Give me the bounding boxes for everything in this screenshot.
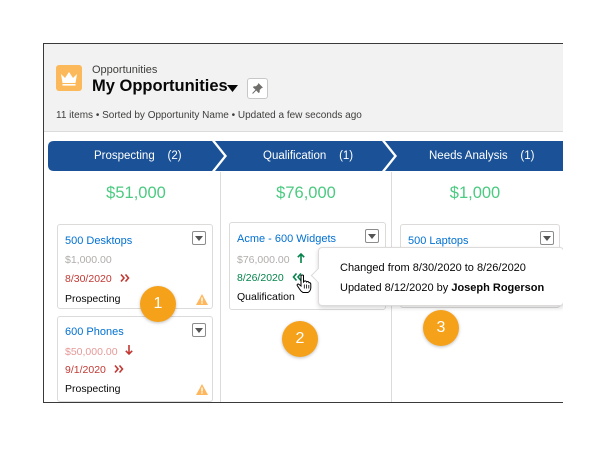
crown-icon [56, 65, 82, 91]
opportunity-card-500-desktops[interactable]: 500 Desktops $1,000.00 8/30/2020 Prospec… [57, 224, 213, 309]
card-stage: Qualification [237, 291, 295, 303]
stage-name: Qualification [263, 150, 327, 162]
pin-list-button[interactable] [247, 78, 268, 99]
arrow-up-icon [297, 252, 306, 263]
stage-name: Needs Analysis [429, 150, 508, 162]
card-close-date: 9/1/2020 [65, 364, 124, 376]
card-title-link[interactable]: 500 Desktops [65, 235, 132, 247]
caret-down-icon [195, 327, 203, 333]
caret-down-icon [195, 235, 203, 241]
card-date-text: 8/26/2020 [237, 272, 284, 284]
stage-count: (1) [520, 150, 535, 162]
callout-badge-3: 3 [423, 310, 459, 346]
stage-prospecting[interactable]: Prospecting (2) [94, 150, 182, 162]
arrow-down-icon [125, 345, 134, 356]
column-divider [220, 172, 221, 402]
list-view-header: Opportunities My Opportunities 11 items … [44, 44, 563, 132]
card-title-link[interactable]: 500 Laptops [408, 235, 469, 247]
date-change-tooltip: Changed from 8/30/2020 to 8/26/2020 Upda… [310, 247, 563, 306]
callout-badge-2: 2 [282, 321, 318, 357]
card-amount-changed: $76,000.00 [237, 252, 306, 266]
card-title-link[interactable]: 600 Phones [65, 326, 124, 338]
warning-icon [196, 294, 208, 305]
tooltip-updated-text: Updated 8/12/2020 by Joseph Rogerson [340, 282, 544, 294]
card-date-text: 9/1/2020 [65, 364, 106, 376]
hand-cursor-icon [296, 274, 312, 293]
object-label: Opportunities [92, 64, 158, 76]
stage-count: (1) [339, 150, 354, 162]
kanban-board: Prospecting (2) Qualification (1) Needs … [44, 132, 563, 402]
stage-count: (2) [167, 150, 182, 162]
warning-icon [196, 384, 208, 395]
stage-amount: $1,000 [449, 184, 501, 202]
card-date-text: 8/30/2020 [65, 273, 112, 285]
card-menu-button[interactable] [192, 231, 206, 245]
pin-icon [252, 83, 263, 94]
card-amount: $1,000.00 [65, 254, 112, 266]
list-view-meta: 11 items • Sorted by Opportunity Name • … [56, 110, 362, 121]
tooltip-updated-prefix: Updated 8/12/2020 by [340, 282, 449, 294]
list-view-title[interactable]: My Opportunities [92, 77, 228, 96]
card-close-date: 8/30/2020 [65, 273, 130, 285]
caret-down-icon [543, 235, 551, 241]
callout-badge-1: 1 [140, 286, 176, 322]
stage-needs-analysis[interactable]: Needs Analysis (1) [429, 150, 534, 162]
caret-down-icon [368, 233, 376, 239]
caret-down-icon[interactable] [226, 82, 238, 94]
card-amount: $76,000.00 [237, 254, 290, 266]
card-title-link[interactable]: Acme - 600 Widgets [237, 233, 336, 245]
card-menu-button[interactable] [365, 229, 379, 243]
card-menu-button[interactable] [192, 323, 206, 337]
stage-name: Prospecting [94, 150, 155, 162]
screenshot-frame: Opportunities My Opportunities 11 items … [43, 43, 563, 403]
card-amount-changed: $50,000.00 [65, 345, 134, 358]
card-close-date[interactable]: 8/26/2020 [237, 272, 302, 284]
stage-amount: $76,000 [276, 184, 336, 202]
card-stage: Prospecting [65, 293, 121, 305]
stage-qualification[interactable]: Qualification (1) [263, 150, 353, 162]
card-stage: Prospecting [65, 383, 121, 395]
card-menu-button[interactable] [540, 231, 554, 245]
double-chevron-right-icon [120, 273, 130, 283]
double-chevron-right-icon [114, 364, 124, 374]
card-amount: $50,000.00 [65, 346, 118, 358]
opportunity-card-600-phones[interactable]: 600 Phones $50,000.00 9/1/2020 Prospecti… [57, 316, 213, 402]
stage-amount: $51,000 [106, 184, 166, 202]
tooltip-change-text: Changed from 8/30/2020 to 8/26/2020 [340, 262, 526, 274]
tooltip-updated-user: Joseph Rogerson [451, 282, 545, 294]
